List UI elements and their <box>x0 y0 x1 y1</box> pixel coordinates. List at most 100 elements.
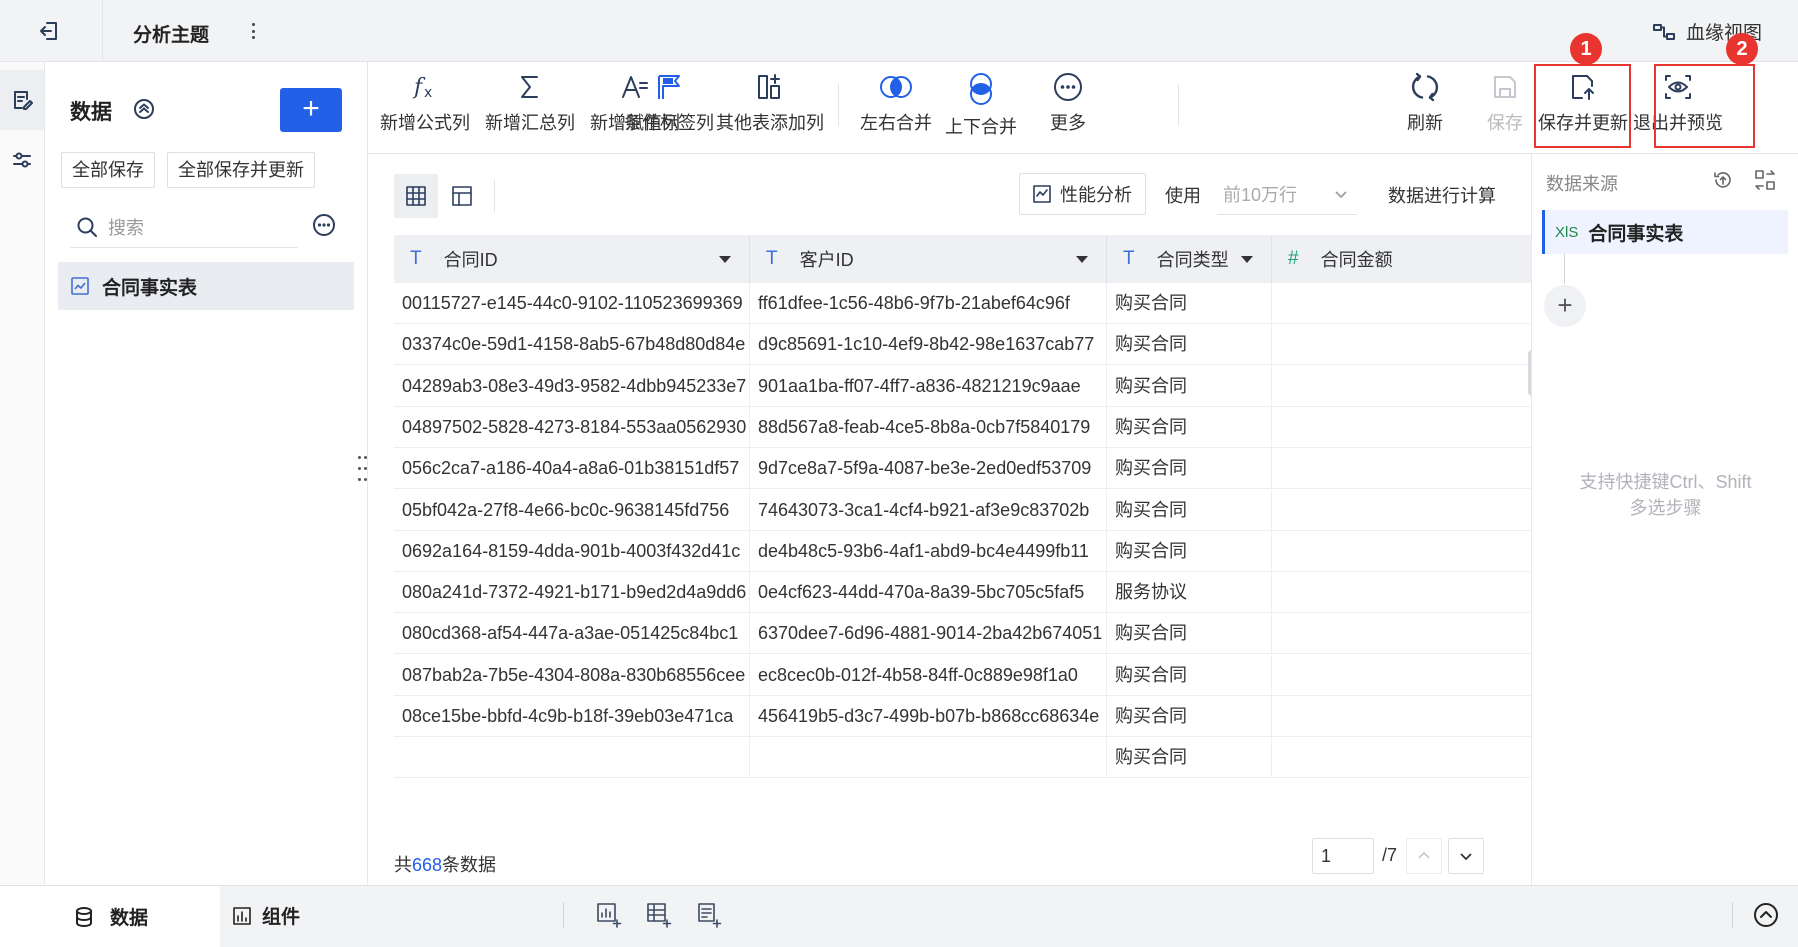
table-row: 04897502-5828-4273-8184-553aa0562930 88d5… <box>394 406 1531 448</box>
table-cell[interactable]: 0e4cf623-44dd-470a-8a39-5bc705c5faf5 <box>750 572 1107 614</box>
search-input[interactable]: 搜索 <box>108 214 144 240</box>
column-header[interactable]: T 客户ID <box>750 235 1107 283</box>
table-item-contract-fact[interactable]: 合同事实表 <box>58 262 354 310</box>
table-cell[interactable]: 购买合同 <box>1107 489 1272 531</box>
table-cell[interactable]: d9c85691-1c10-4ef9-8b42-98e1637cab77 <box>750 324 1107 366</box>
table-cell[interactable]: 080a241d-7372-4921-b171-b9ed2d4a9dd6 <box>394 572 750 614</box>
table-cell[interactable]: 08ce15be-bbfd-4c9b-b18f-39eb03e471ca <box>394 696 750 737</box>
table-cell[interactable]: 7 <box>1272 613 1531 654</box>
table-cell[interactable]: 购买合同 <box>1107 530 1272 572</box>
table-cell[interactable]: 购买合同 <box>1107 654 1272 696</box>
condition-tag-column-button[interactable]: 条件标签列 <box>624 72 714 134</box>
back-icon[interactable] <box>38 20 60 42</box>
rail-data-edit-icon[interactable] <box>0 70 44 130</box>
table-cell[interactable]: 03374c0e-59d1-4158-8ab5-67b48d80d84e <box>394 324 750 366</box>
table-cell[interactable]: 05bf042a-27f8-4e66-bc0c-9638145fd756 <box>394 489 750 531</box>
text-type-icon: T <box>1123 248 1135 269</box>
table-cell[interactable] <box>750 737 1107 779</box>
table-cell[interactable] <box>1272 737 1531 778</box>
page-number-input[interactable]: 1 <box>1312 838 1374 874</box>
refresh-icon <box>1410 72 1440 102</box>
source-item-contract-fact[interactable]: XlS 合同事实表 <box>1542 210 1788 254</box>
more-vertical-icon[interactable] <box>246 20 260 42</box>
table-cell[interactable]: de4b48c5-93b6-4af1-abd9-bc4e4499fb11 <box>750 530 1107 572</box>
prev-page-button[interactable] <box>1406 838 1442 874</box>
horizontal-merge-button[interactable]: 左右合并 <box>860 72 932 134</box>
save-all-update-button[interactable]: 全部保存并更新 <box>167 152 315 188</box>
table-cell[interactable]: 88d567a8-feab-4ce5-8b8a-0cb7f5840179 <box>750 406 1107 448</box>
table-cell[interactable]: 080cd368-af54-447a-a3ae-051425c84bc1 <box>394 613 750 655</box>
table-cell[interactable]: 2 <box>1272 572 1531 613</box>
history-upload-icon[interactable] <box>1712 169 1734 191</box>
add-step-button[interactable]: + <box>1544 285 1586 327</box>
table-cell[interactable]: 1 <box>1272 531 1531 572</box>
table-cell[interactable]: 购买合同 <box>1107 696 1272 737</box>
add-data-button[interactable]: + <box>280 88 342 132</box>
search-box[interactable]: 搜索 <box>70 206 298 248</box>
table-cell[interactable] <box>1272 283 1531 324</box>
table-cell[interactable]: 2 <box>1272 407 1531 448</box>
add-filter-component-icon[interactable] <box>696 902 722 928</box>
more-options-icon[interactable] <box>312 213 336 237</box>
table-cell[interactable]: ec8cec0b-012f-4b58-84ff-0c889e98f1a0 <box>750 654 1107 696</box>
collapse-panel-icon[interactable] <box>1753 902 1779 928</box>
layout-view-button[interactable] <box>440 174 484 218</box>
more-button[interactable]: 更多 <box>1050 72 1086 134</box>
table-cell[interactable]: 购买合同 <box>1107 737 1272 779</box>
add-summary-column-button[interactable]: 新增汇总列 <box>485 72 575 134</box>
table-cell[interactable]: 购买合同 <box>1107 448 1272 490</box>
grid-view-button[interactable] <box>394 174 438 218</box>
table-cell[interactable]: 0692a164-8159-4dda-901b-4003f432d41c <box>394 530 750 572</box>
dropdown-arrow-icon[interactable] <box>1076 256 1088 263</box>
add-chart-component-icon[interactable] <box>596 902 622 928</box>
table-cell[interactable]: 购买合同 <box>1107 613 1272 655</box>
table-cell[interactable]: 6370dee7-6d96-4881-9014-2ba42b674051 <box>750 613 1107 655</box>
column-name: 合同金额 <box>1320 250 1393 270</box>
add-table-component-icon[interactable] <box>646 902 672 928</box>
add-column-from-other-table-button[interactable]: 其他表添加列 <box>716 72 824 134</box>
table-cell[interactable]: 1 <box>1272 324 1531 365</box>
next-page-button[interactable] <box>1448 838 1484 874</box>
table-cell[interactable]: 9d7ce8a7-5f9a-4087-be3e-2ed0edf53709 <box>750 448 1107 490</box>
bottom-tab-component[interactable]: 组件 <box>232 902 300 929</box>
switch-layout-icon[interactable] <box>1754 169 1776 191</box>
add-formula-column-button[interactable]: fx 新增公式列 <box>380 72 470 134</box>
column-header[interactable]: # 合同金额 <box>1272 235 1531 283</box>
table-row: 08ce15be-bbfd-4c9b-b18f-39eb03e471ca 4564… <box>394 696 1531 737</box>
table-cell[interactable]: 04897502-5828-4273-8184-553aa0562930 <box>394 406 750 448</box>
vertical-merge-button[interactable]: 上下合并 <box>945 72 1017 138</box>
table-cell[interactable]: 056c2ca7-a186-40a4-a8a6-01b38151df57 <box>394 448 750 490</box>
column-header[interactable]: T 合同类型 <box>1107 235 1272 283</box>
table-cell[interactable] <box>394 737 750 779</box>
save-button[interactable]: 保存 <box>1487 72 1523 134</box>
table-cell[interactable]: 6 <box>1272 490 1531 531</box>
table-cell[interactable]: 服务协议 <box>1107 572 1272 614</box>
rail-filter-settings-icon[interactable] <box>0 130 44 190</box>
table-cell[interactable]: ff61dfee-1c56-48b6-9f7b-21abef64c96f <box>750 283 1107 324</box>
dropdown-arrow-icon[interactable] <box>1241 256 1253 263</box>
save-all-button[interactable]: 全部保存 <box>61 152 155 188</box>
bottom-tab-data[interactable]: 数据 <box>0 886 220 947</box>
table-cell[interactable]: 3 <box>1272 696 1531 737</box>
row-limit-select[interactable]: 前10万行 <box>1217 173 1357 215</box>
table-cell[interactable]: 1 <box>1272 366 1531 407</box>
resize-handle[interactable] <box>358 456 368 486</box>
table-cell[interactable]: 购买合同 <box>1107 283 1272 324</box>
dropdown-arrow-icon[interactable] <box>719 256 731 263</box>
shortcut-hint: 支持快捷键Ctrl、Shift 多选步骤 <box>1532 469 1798 521</box>
table-cell[interactable]: 5 <box>1272 448 1531 489</box>
table-cell[interactable]: 74643073-3ca1-4cf4-b921-af3e9c83702b <box>750 489 1107 531</box>
column-header[interactable]: T 合同ID <box>394 235 750 283</box>
table-cell[interactable]: 04289ab3-08e3-49d3-9582-4dbb945233e7 <box>394 365 750 407</box>
table-cell[interactable]: 购买合同 <box>1107 324 1272 366</box>
performance-analysis-button[interactable]: 性能分析 <box>1019 173 1146 215</box>
table-cell[interactable]: 00115727-e145-44c0-9102-110523699369 <box>394 283 750 324</box>
table-cell[interactable]: 901aa1ba-ff07-4ff7-a836-4821219c9aae <box>750 365 1107 407</box>
table-cell[interactable]: 购买合同 <box>1107 365 1272 407</box>
table-cell[interactable]: 购买合同 <box>1107 406 1272 448</box>
table-cell[interactable]: 087bab2a-7b5e-4304-808a-830b68556cee <box>394 654 750 696</box>
table-cell[interactable]: 456419b5-d3c7-499b-b07b-b868cc68634e <box>750 696 1107 737</box>
refresh-button[interactable]: 刷新 <box>1407 72 1443 134</box>
collapse-up-icon[interactable] <box>133 98 155 120</box>
table-cell[interactable]: 1 <box>1272 655 1531 696</box>
